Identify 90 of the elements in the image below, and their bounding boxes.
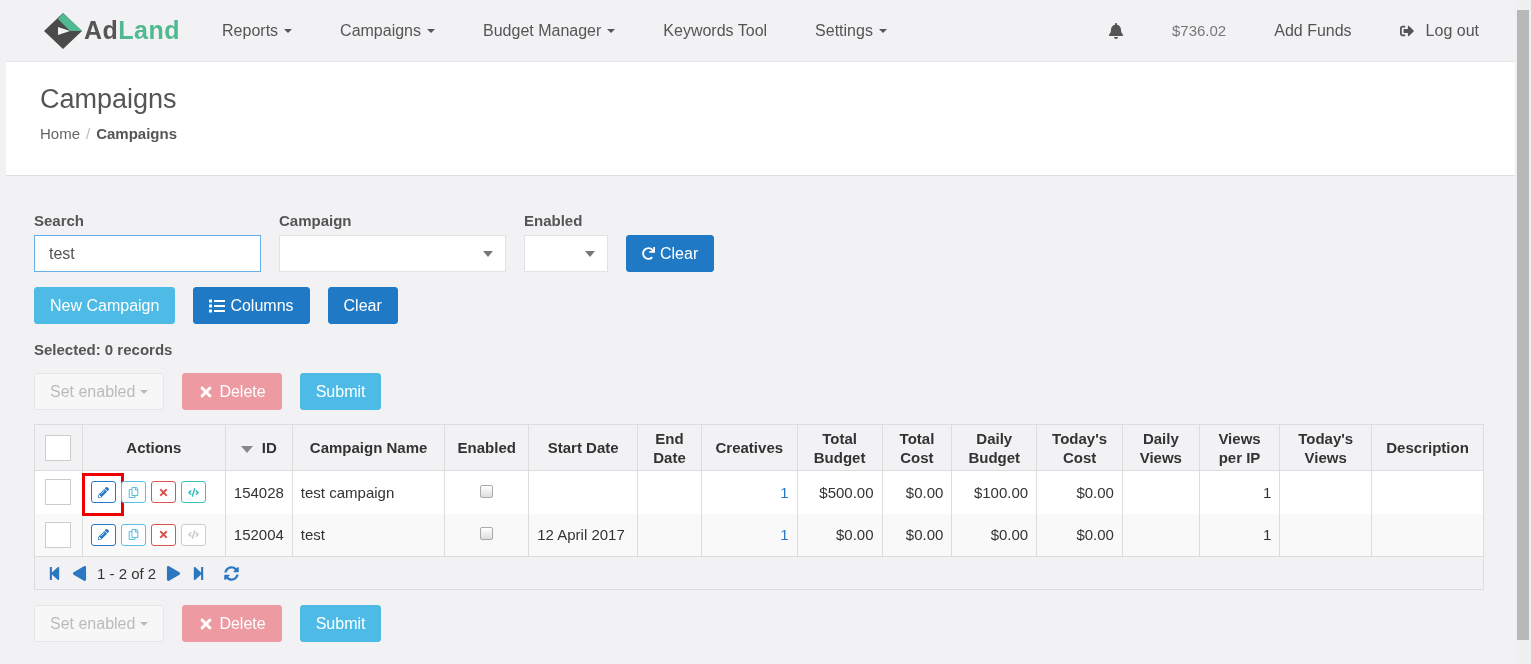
table-cell: $0.00 — [990, 526, 1029, 544]
balance-amount[interactable]: $736.02 — [1172, 22, 1227, 39]
code-icon — [187, 529, 199, 541]
breadcrumb-item[interactable]: Home — [40, 125, 80, 142]
caret-icon — [284, 28, 293, 33]
table-cell: $0.00 — [1076, 483, 1114, 501]
breadcrumb-separator: / — [86, 125, 91, 142]
enabled-select[interactable] — [524, 235, 608, 272]
search-field[interactable]: test — [34, 235, 261, 272]
campaign-select[interactable] — [279, 235, 506, 272]
delete-button[interactable] — [150, 523, 176, 546]
nav-menu-item[interactable]: Campaigns — [340, 21, 435, 40]
column-header[interactable]: Today's Views — [1279, 424, 1372, 471]
enabled-checkbox[interactable] — [480, 484, 494, 498]
logo-icon — [44, 12, 82, 49]
nav-menu-item[interactable]: Settings — [815, 21, 887, 40]
columns-button[interactable]: Columns — [193, 287, 310, 324]
clear-button[interactable]: Clear — [327, 287, 398, 324]
table-cell: test campaign — [300, 483, 395, 501]
table-cell: 1 — [1263, 483, 1272, 501]
column-header[interactable]: Creatives — [701, 424, 798, 471]
column-header[interactable]: Description — [1371, 424, 1484, 471]
field-label: Campaign — [279, 212, 353, 229]
edit-button[interactable] — [90, 523, 116, 546]
selection-count: Selected: 0 records — [34, 341, 174, 358]
row-checkbox[interactable] — [45, 521, 72, 548]
delete-button[interactable] — [150, 481, 176, 504]
caret-icon — [607, 28, 616, 33]
table-cell: 154028 — [233, 483, 284, 501]
caret-icon — [427, 28, 435, 33]
code-icon — [187, 486, 199, 498]
edit-button[interactable] — [90, 481, 116, 504]
copy-icon — [127, 529, 139, 541]
field-label: Enabled — [524, 212, 584, 229]
column-header[interactable]: Daily Budget — [951, 424, 1037, 471]
add-funds-link[interactable]: Add Funds — [1274, 21, 1352, 40]
column-header[interactable]: Total Budget — [797, 424, 883, 471]
creatives-link[interactable]: 1 — [780, 526, 789, 544]
bell-icon[interactable] — [1108, 22, 1124, 39]
select-all-checkbox[interactable] — [45, 434, 72, 461]
pencil-icon — [97, 486, 109, 498]
column-header[interactable]: Start Date — [528, 424, 638, 471]
copy-icon — [127, 486, 139, 498]
column-header[interactable]: Campaign Name — [292, 424, 445, 471]
column-header[interactable]: End Date — [637, 424, 702, 471]
table-cell: 12 April 2017 — [537, 526, 625, 544]
first-page-icon[interactable] — [47, 565, 62, 581]
table-cell: 1 — [1263, 526, 1272, 544]
next-page-icon[interactable] — [166, 565, 182, 581]
breadcrumb-item[interactable]: Campaigns — [96, 125, 178, 142]
refresh-icon[interactable] — [224, 565, 240, 581]
column-header[interactable]: Today's Cost — [1036, 424, 1123, 471]
page-range: 1 - 2 of 2 — [97, 564, 157, 582]
close-icon — [157, 529, 169, 541]
pencil-icon — [97, 529, 109, 541]
nav-menu-item[interactable]: Keywords Tool — [663, 21, 768, 40]
column-header[interactable]: Views per IP — [1199, 424, 1280, 471]
clear-button[interactable]: Clear — [626, 235, 715, 272]
list-icon — [209, 297, 226, 314]
column-header[interactable]: Daily Views — [1122, 424, 1200, 471]
logout-link[interactable]: Log out — [1425, 21, 1479, 40]
copy-button[interactable] — [120, 481, 146, 504]
table-cell: $100.00 — [973, 483, 1029, 501]
table-cell: $0.00 — [1076, 526, 1114, 544]
refresh-icon — [642, 247, 655, 260]
column-header[interactable]: Actions — [82, 424, 226, 471]
nav-menu-item[interactable]: Budget Manager — [483, 21, 616, 40]
page-title: Campaigns — [40, 84, 178, 115]
code-button[interactable] — [180, 481, 206, 504]
creatives-link[interactable]: 1 — [780, 483, 789, 501]
table-cell: $0.00 — [905, 526, 944, 544]
table-cell: $0.00 — [905, 483, 944, 501]
scrollbar[interactable] — [1517, 10, 1529, 640]
logo-text: AdLand — [84, 16, 181, 45]
logout-icon — [1399, 23, 1414, 38]
copy-button[interactable] — [120, 523, 146, 546]
table-cell: $0.00 — [836, 526, 874, 544]
table-cell: 152004 — [233, 526, 284, 544]
enabled-checkbox[interactable] — [480, 527, 494, 541]
column-header[interactable]: Total Cost — [882, 424, 952, 471]
table-cell: $500.00 — [819, 483, 874, 501]
row-checkbox[interactable] — [45, 479, 72, 506]
table-cell: test — [300, 526, 326, 544]
nav-menu-item[interactable]: Reports — [222, 21, 293, 40]
field-label: Search — [34, 212, 86, 229]
column-header[interactable]: Enabled — [444, 424, 529, 471]
close-icon — [157, 486, 169, 498]
previous-page-icon[interactable] — [72, 565, 87, 581]
column-header[interactable]: ID — [225, 424, 293, 471]
caret-icon — [878, 28, 887, 33]
